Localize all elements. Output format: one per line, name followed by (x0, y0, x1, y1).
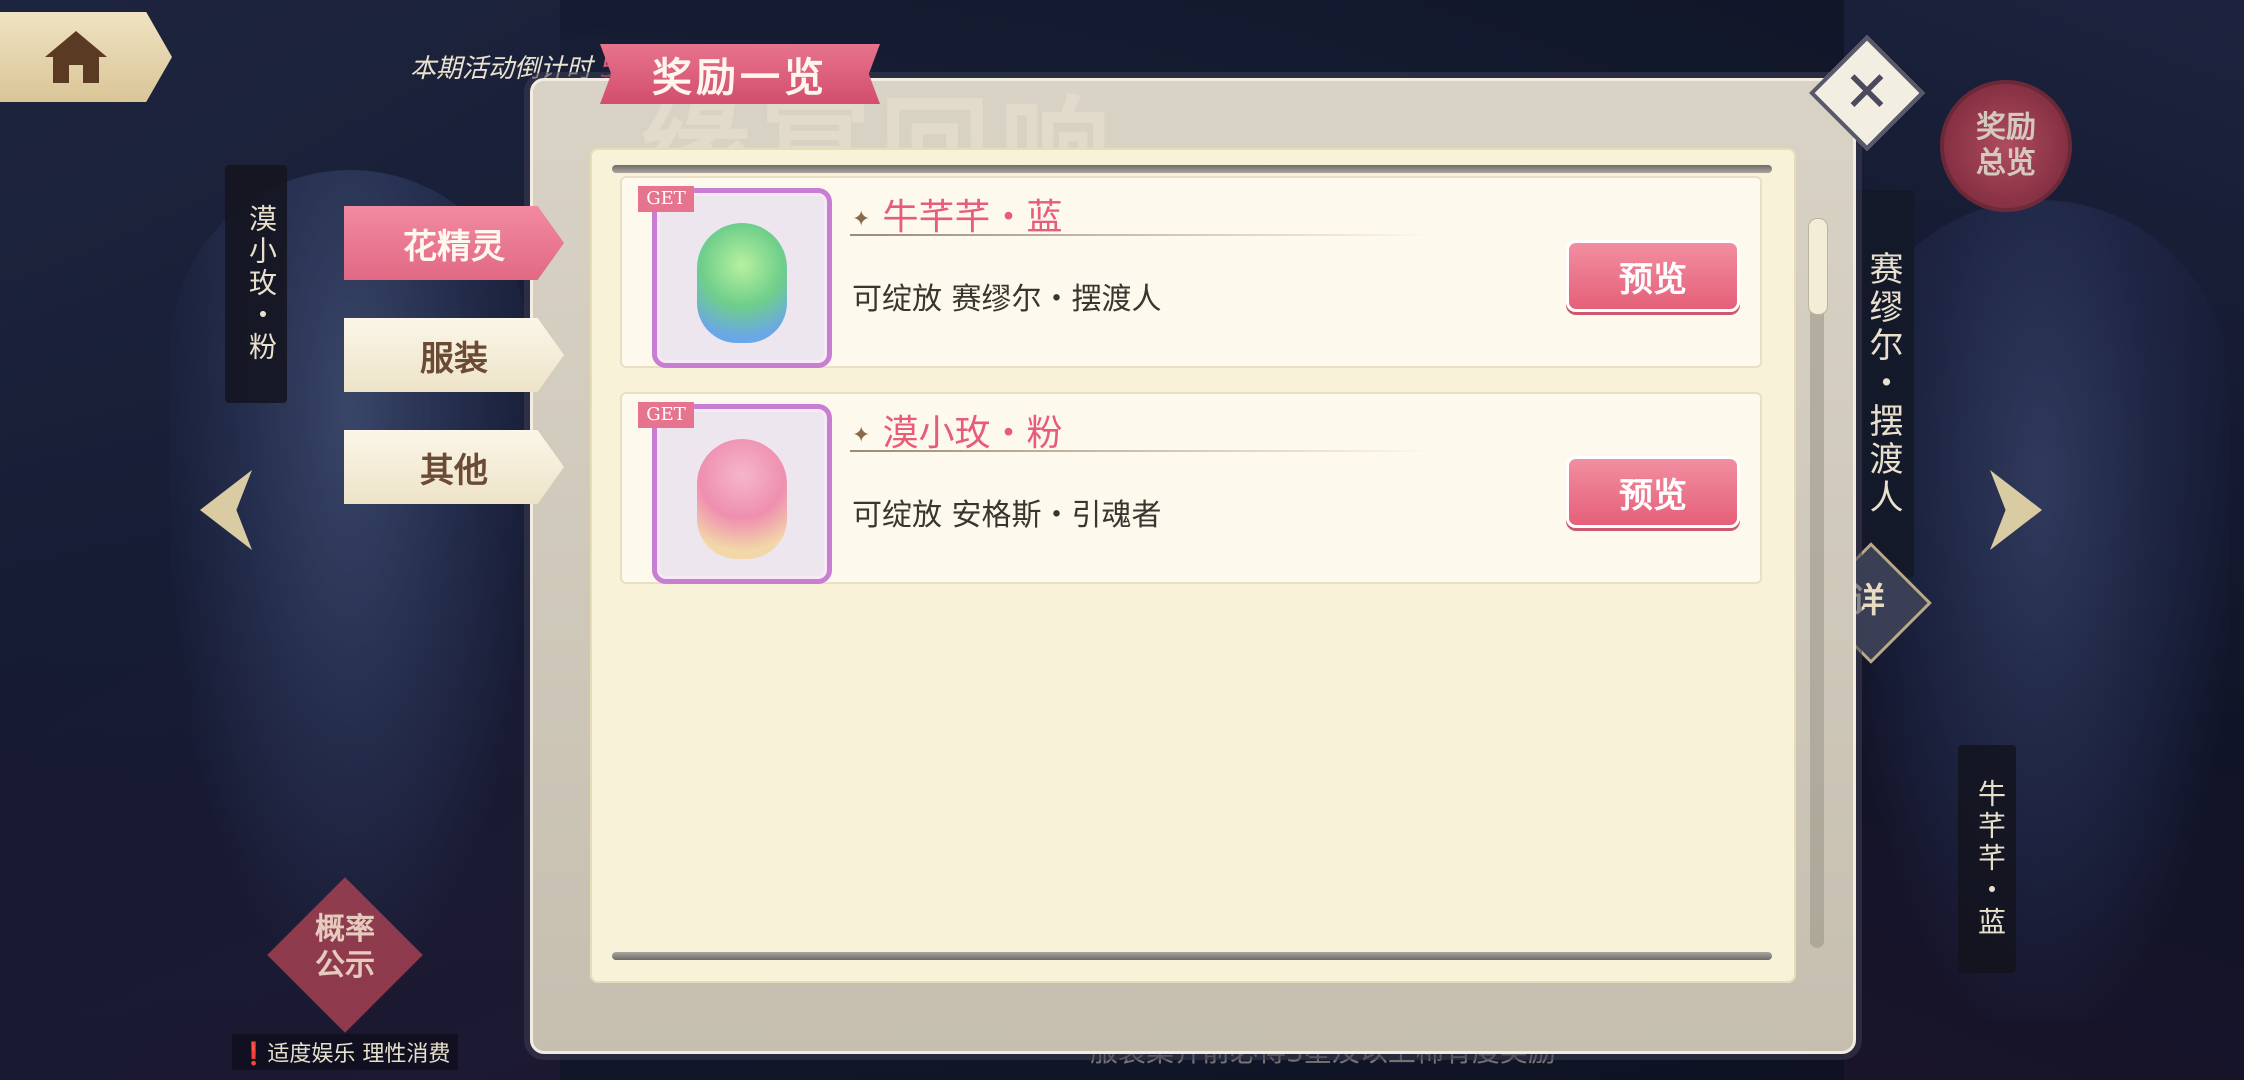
probability-line1: 概率 (315, 912, 375, 947)
item-name: ✦ 牛芊芊・蓝 (852, 188, 1062, 240)
preview-button[interactable]: 预览 (1566, 456, 1740, 528)
panel-title: 奖励一览 (600, 44, 880, 104)
item-name-text: 牛芊芊・蓝 (882, 197, 1063, 238)
star-icon: ✦ (852, 206, 871, 232)
scrollbar-thumb[interactable] (1808, 218, 1828, 315)
item-divider (850, 450, 1430, 452)
reward-overview-line1: 奖励 (1976, 110, 2036, 145)
panel-bottom-rule (612, 952, 1772, 960)
reward-list-item: GET ✦ 漠小玫・粉 可绽放 安格斯・引魂者 预览 (620, 392, 1762, 584)
item-name: ✦ 漠小玫・粉 (852, 404, 1062, 456)
preview-button[interactable]: 预览 (1566, 240, 1740, 312)
star-icon: ✦ (852, 422, 871, 448)
item-description: 可绽放 赛缪尔・摆渡人 (852, 282, 1162, 317)
tab-flower-spirit[interactable]: 花精灵 (344, 206, 564, 280)
footer-notice-text: 适度娱乐 理性消费 (267, 1042, 451, 1067)
tab-costume[interactable]: 服装 (344, 318, 564, 392)
reward-list-item: GET ✦ 牛芊芊・蓝 可绽放 赛缪尔・摆渡人 预览 (620, 176, 1762, 368)
probability-label: 概率 公示 (300, 912, 390, 984)
spirit-sprite-icon (697, 439, 787, 559)
spirit-thumbnail[interactable] (652, 188, 832, 368)
get-badge: GET (638, 186, 694, 212)
tab-other[interactable]: 其他 (344, 430, 564, 504)
reward-overview-button[interactable]: 奖励 总览 (1940, 80, 2072, 212)
item-divider (850, 234, 1430, 236)
panel-top-rule (612, 165, 1772, 173)
close-icon[interactable]: ✕ (1832, 58, 1902, 128)
home-icon (45, 31, 107, 83)
reward-overview-line2: 总览 (1976, 146, 2036, 181)
scrollbar-track[interactable] (1810, 218, 1824, 948)
left-character-tag[interactable]: 漠小玫・粉 (225, 165, 287, 403)
get-badge: GET (638, 402, 694, 428)
probability-line2: 公示 (315, 948, 375, 983)
spirit-thumbnail[interactable] (652, 404, 832, 584)
spirit-sprite-icon (697, 223, 787, 343)
right-bottom-character-tag[interactable]: 牛芊芊・蓝 (1958, 745, 2016, 973)
item-name-text: 漠小玫・粉 (882, 413, 1063, 454)
footer-notice: ❗适度娱乐 理性消费 (232, 1034, 459, 1070)
home-button[interactable] (0, 12, 172, 102)
item-description: 可绽放 安格斯・引魂者 (852, 498, 1162, 533)
right-character-tag[interactable]: 赛缪尔・摆渡人 (1850, 190, 1914, 578)
